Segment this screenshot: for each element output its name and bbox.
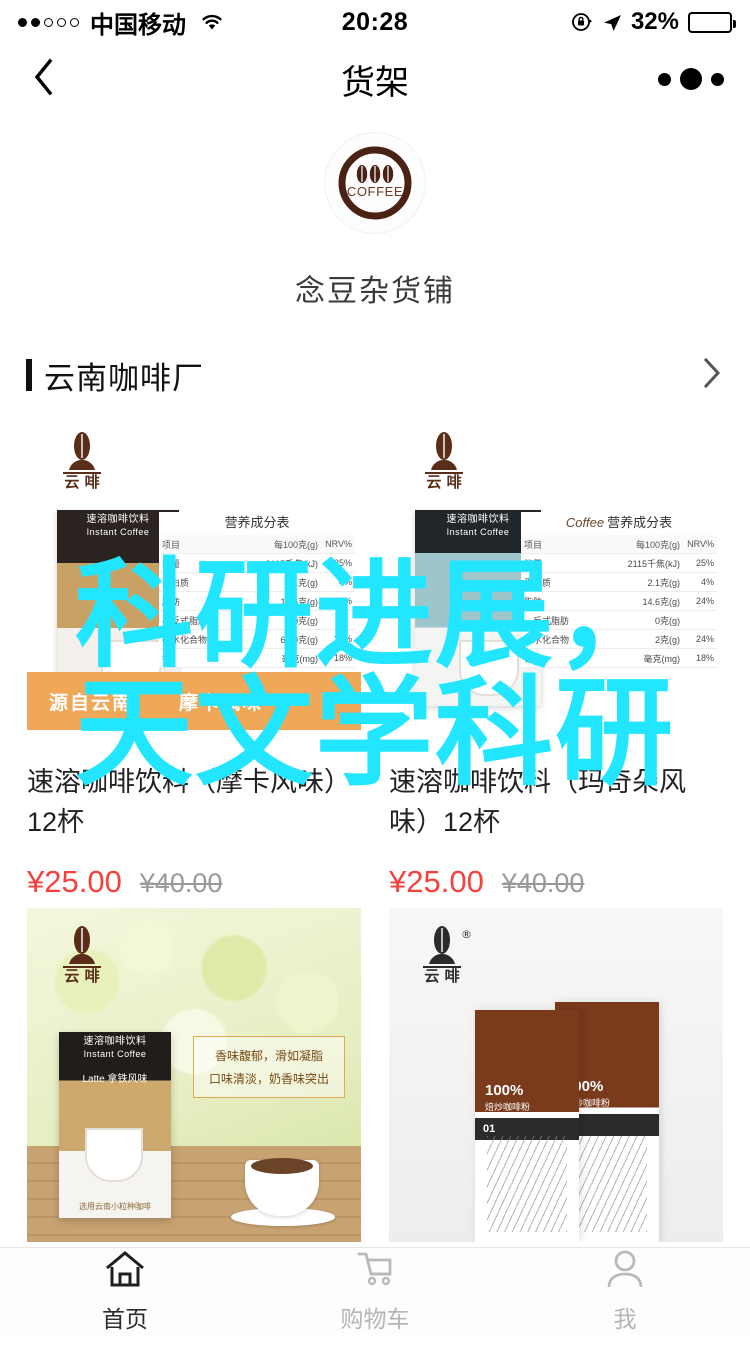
section-accent-bar (26, 359, 32, 391)
callout-line-1: 香味馥郁，滑如凝脂 (214, 1049, 323, 1063)
product-image[interactable]: 云 啡 速溶咖啡饮料 Instant Coffee 营养成分表 项目 每100克… (27, 414, 361, 748)
product-original-price: ¥40.00 (501, 868, 585, 898)
nutrition-table: Coffee 营养成分表 项目 每100克(g) NRV% 能量 2115千焦(kJ… (521, 512, 717, 668)
table-row: 蛋白质 2.1克(g) 4% (521, 572, 717, 592)
nutrition-col-item: 项目 (159, 535, 235, 554)
table-row: 能量 2115千焦(kJ) 25% (159, 553, 355, 573)
product-box-latte: 速溶咖啡饮料 Instant Coffee Latte 拿铁风味 选用云南小粒种… (59, 1032, 171, 1218)
more-dot-small-right (711, 72, 724, 86)
nutrition-col-nrv: NRV% (321, 535, 355, 554)
product-price: ¥25.00 (27, 864, 122, 899)
feature-callout: 香味馥郁，滑如凝脂 口味清淡，奶香味突出 (193, 1036, 345, 1098)
promo-band-right: 摩卡风味 (179, 692, 264, 714)
box-flavor: Latte 拿铁风味 (82, 1074, 148, 1085)
table-row: 碳水化合物 66.0克(g) 24% (159, 629, 355, 649)
svg-text:云 啡: 云 啡 (426, 473, 461, 490)
chevron-right-icon[interactable] (700, 353, 724, 398)
nutrition-col-nrv: NRV% (683, 535, 717, 554)
box-cup-art (459, 640, 519, 696)
nav-bar: 货架 (0, 44, 750, 114)
nutrition-title: 营养成分表 (607, 515, 673, 530)
svg-text:COFFEE: COFFEE (347, 184, 403, 199)
bag-percent-front: 100% (485, 1082, 524, 1100)
more-dot-small-left (658, 72, 671, 86)
product-image[interactable]: 云 啡 ® 100% 焙炒咖啡粉 01 100% 焙炒咖啡粉 01 (389, 908, 723, 1242)
tab-cart-label: 购物车 (340, 1305, 410, 1332)
shop-name: 念豆杂货铺 (295, 275, 455, 308)
section-header-yunnan-coffee[interactable]: 云南咖啡厂 (0, 336, 750, 414)
product-image[interactable]: 云 啡 速溶咖啡饮料 Instant Coffee Coffee 营养成分表 项… (389, 414, 723, 748)
cart-icon (353, 1249, 397, 1294)
nutrition-col-per100g: 每100克(g) (596, 535, 683, 554)
table-row: 钠毫克(mg) 18% (521, 648, 717, 668)
page-title: 货架 (341, 63, 409, 102)
box-sub: 选用云南小粒种咖啡 (79, 1202, 151, 1211)
coffee-beans-logo-icon: COFFEE (338, 146, 412, 220)
tab-bar: 首页 购物车 我 (0, 1247, 750, 1334)
callout-line-2: 口味清淡，奶香味突出 (208, 1072, 329, 1086)
tab-cart[interactable]: 购物车 (250, 1248, 500, 1334)
svg-text:®: ® (461, 928, 472, 941)
box-cup-art (85, 1128, 143, 1182)
yunfei-brand-logo: 云 啡 (49, 924, 115, 989)
product-price-row: ¥25.00 ¥40.00 (27, 864, 361, 900)
bag-machinery-art (567, 1136, 647, 1232)
yunfei-brand-logo: 云 啡 (49, 430, 115, 495)
coffee-bag-front: 100% 焙炒咖啡粉 01 (475, 1010, 579, 1242)
promo-band: 源自云南 摩卡风味 (27, 672, 361, 730)
yunfei-brand-logo: 云 啡 (411, 430, 477, 495)
user-icon (603, 1249, 647, 1294)
yunfei-brand-logo: 云 啡 ® (411, 924, 481, 989)
product-price-row: ¥25.00 ¥40.00 (389, 864, 723, 900)
svg-text:云 啡: 云 啡 (64, 967, 99, 984)
product-card[interactable]: 云 啡 速溶咖啡饮料 Instant Coffee Coffee 营养成分表 项… (389, 414, 723, 900)
status-bar: 中国移动 20:28 32% (0, 0, 750, 44)
shop-logo[interactable]: COFFEE (324, 132, 426, 234)
tab-home[interactable]: 首页 (0, 1248, 250, 1334)
battery-icon (688, 11, 736, 33)
promo-band-left: 源自云南 (49, 692, 134, 714)
table-row: 能量 2115千焦(kJ) 25% (521, 553, 717, 573)
table-row: —反式脂肪 0克(g) (159, 610, 355, 630)
coffee-cup-photo (231, 1150, 335, 1226)
shop-header: COFFEE 念豆杂货铺 (0, 114, 750, 336)
product-title: 速溶咖啡饮料（摩卡风味）12杯 (27, 767, 351, 837)
status-bar-time: 20:28 (341, 7, 409, 36)
table-row: 脂肪 14.6克(g) 24% (521, 591, 717, 611)
table-row: —反式脂肪 0克(g) (521, 610, 717, 630)
bag-label-front: 焙炒咖啡粉 (485, 1102, 531, 1113)
nutrition-script-label: Coffee (565, 515, 605, 530)
box-label-cn: 速溶咖啡饮料 (83, 1036, 147, 1047)
product-price: ¥25.00 (389, 864, 484, 899)
nutrition-title: 营养成分表 (224, 515, 290, 530)
box-label-en: Instant Coffee (83, 1049, 147, 1059)
nutrition-col-per100g: 每100克(g) (234, 535, 321, 554)
more-button[interactable] (658, 68, 724, 90)
table-row: 项目 每100克(g) NRV% (159, 535, 355, 554)
product-title: 速溶咖啡饮料（玛奇朵风味）12杯 (389, 767, 686, 837)
more-dot-large (680, 68, 702, 90)
product-card[interactable]: 云 啡 速溶咖啡饮料 Instant Coffee 营养成分表 项目 每100克… (27, 414, 361, 900)
nutrition-table: 营养成分表 项目 每100克(g) NRV% 能量 2115千焦(kJ) 25% 蛋… (159, 512, 355, 668)
product-original-price: ¥40.00 (139, 868, 223, 898)
nutrition-col-item: 项目 (521, 535, 597, 554)
section-title: 云南咖啡厂 (44, 360, 204, 396)
svg-text:云 啡: 云 啡 (424, 967, 459, 984)
tab-profile[interactable]: 我 (500, 1248, 750, 1334)
tab-profile-label: 我 (613, 1305, 637, 1332)
svg-text:云 啡: 云 啡 (64, 473, 99, 490)
table-row: 脂肪 14.6克(g) 24% (159, 591, 355, 611)
table-row: 蛋白质 2.1克(g) 4% (159, 572, 355, 592)
table-row: 碳水化合物 2克(g) 24% (521, 629, 717, 649)
product-grid: 云 啡 速溶咖啡饮料 Instant Coffee 营养成分表 项目 每100克… (0, 414, 750, 1366)
tab-home-label: 首页 (102, 1305, 148, 1332)
home-icon (103, 1249, 147, 1294)
bag-machinery-art (487, 1136, 567, 1232)
table-row: 项目 每100克(g) NRV% (521, 535, 717, 554)
table-row: 钠毫克(mg) 18% (159, 648, 355, 668)
product-image[interactable]: 云 啡 速溶咖啡饮料 Instant Coffee Latte 拿铁风味 选用云… (27, 908, 361, 1242)
